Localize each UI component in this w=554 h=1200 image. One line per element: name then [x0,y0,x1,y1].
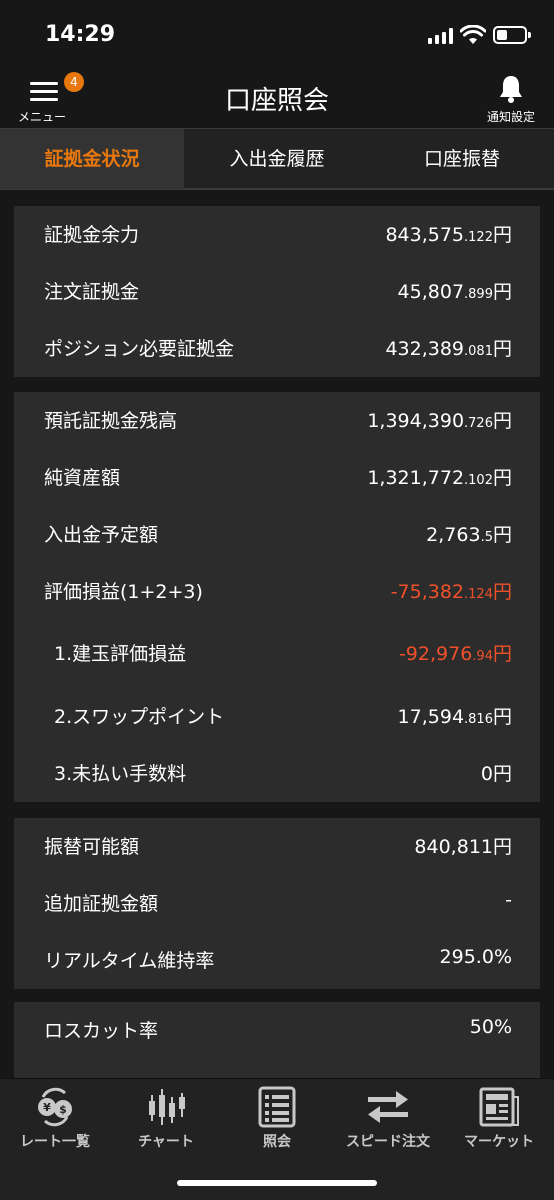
row-available-margin: 証拠金余力 843,575.122円 [14,206,540,263]
row-value: 0円 [480,763,512,785]
row-value: 17,594.816円 [397,706,512,728]
home-indicator[interactable] [177,1180,377,1186]
row-value: -75,382.124円 [390,581,512,603]
notification-badge: 4 [64,72,84,92]
svg-text:$: $ [59,1103,67,1116]
svg-text:¥: ¥ [43,1101,51,1114]
candlestick-chart-icon [149,1089,185,1125]
row-position-required-margin: ポジション必要証拠金 432,389.081円 [14,320,540,377]
row-label: 2.スワップポイント [54,706,225,728]
row-value: 1,394,390.726円 [367,410,512,432]
row-label: 3.未払い手数料 [54,763,187,785]
row-transferable-amount: 振替可能額 840,811円 [14,818,540,875]
transfer-card: 振替可能額 840,811円 追加証拠金額 - リアルタイム維持率 295.0% [14,818,540,989]
row-label: 注文証拠金 [44,281,140,303]
status-bar: 14:29 [0,0,554,70]
row-value: - [505,889,512,911]
row-label: 証拠金余力 [44,224,140,246]
tab-bar: 証拠金状況 入出金履歴 口座振替 [0,128,554,190]
row-label: 評価損益(1+2+3) [44,581,203,603]
row-deposit-balance: 預託証拠金残高 1,394,390.726円 [14,392,540,449]
nav-account-inquiry[interactable]: 照会 [222,1079,332,1159]
tab-account-transfer[interactable]: 口座振替 [370,129,554,189]
nav-speed-order[interactable]: スピード注文 [333,1079,443,1159]
row-value: 2,763.5円 [426,524,512,546]
row-value: 295.0% [439,946,512,968]
row-net-assets: 純資産額 1,321,772.102円 [14,449,540,506]
newspaper-icon [479,1087,519,1127]
row-label: 振替可能額 [44,836,140,858]
tab-deposit-history[interactable]: 入出金履歴 [184,129,370,189]
losscut-card: ロスカット率 50% [14,1002,540,1078]
row-value: 432,389.081円 [385,338,512,360]
hamburger-icon [30,82,58,102]
row-losscut-rate: ロスカット率 50% [14,1002,540,1059]
notification-settings-button[interactable]: 通知設定 [478,70,544,128]
menu-button[interactable]: 4 メニュー [18,70,84,128]
nav-rate-list[interactable]: ¥ $ レート一覧 [0,1079,110,1159]
nav-chart[interactable]: チャート [111,1079,221,1159]
row-label: 入出金予定額 [44,524,159,546]
margin-card: 証拠金余力 843,575.122円 注文証拠金 45,807.899円 ポジシ… [14,206,540,377]
row-label: ロスカット率 [44,1020,159,1042]
row-value: 50% [469,1016,512,1038]
row-value: 840,811円 [414,836,512,858]
row-valuation-pnl: 評価損益(1+2+3) -75,382.124円 [14,563,540,620]
row-label: 預託証拠金残高 [44,410,178,432]
row-position-pnl: 1.建玉評価損益 -92,976.94円 [14,625,540,682]
row-realtime-maintenance-rate: リアルタイム維持率 295.0% [14,932,540,989]
swap-arrows-icon [368,1091,408,1123]
nav-label: スピード注文 [346,1134,430,1150]
battery-icon [493,26,531,44]
status-time: 14:29 [45,22,116,47]
nav-market[interactable]: マーケット [444,1079,554,1159]
tab-margin-status[interactable]: 証拠金状況 [0,129,184,189]
list-document-icon [258,1086,296,1128]
wifi-icon [460,25,486,44]
menu-label: メニュー [18,110,67,124]
row-value: -92,976.94円 [398,643,512,665]
row-scheduled-deposit: 入出金予定額 2,763.5円 [14,506,540,563]
cellular-signal-icon [428,28,454,44]
row-unpaid-fees: 3.未払い手数料 0円 [14,745,540,802]
app-header: 口座照会 4 メニュー 通知設定 [0,70,554,128]
row-value: 843,575.122円 [385,224,512,246]
row-additional-margin: 追加証拠金額 - [14,875,540,932]
currency-exchange-icon: ¥ $ [38,1087,72,1127]
row-value: 45,807.899円 [397,281,512,303]
balance-card: 預託証拠金残高 1,394,390.726円 純資産額 1,321,772.10… [14,392,540,802]
nav-label: レート一覧 [20,1134,90,1150]
nav-label: チャート [138,1134,194,1150]
nav-label: 照会 [263,1134,291,1150]
row-label: ポジション必要証拠金 [44,338,235,360]
row-order-margin: 注文証拠金 45,807.899円 [14,263,540,320]
row-value: 1,321,772.102円 [367,467,512,489]
row-label: 純資産額 [44,467,121,489]
row-label: 追加証拠金額 [44,893,159,915]
row-swap-points: 2.スワップポイント 17,594.816円 [14,688,540,745]
row-label: 1.建玉評価損益 [54,643,187,665]
row-label: リアルタイム維持率 [44,950,215,972]
nav-label: マーケット [464,1134,534,1150]
notification-settings-label: 通知設定 [486,110,535,124]
bell-icon [500,76,522,103]
